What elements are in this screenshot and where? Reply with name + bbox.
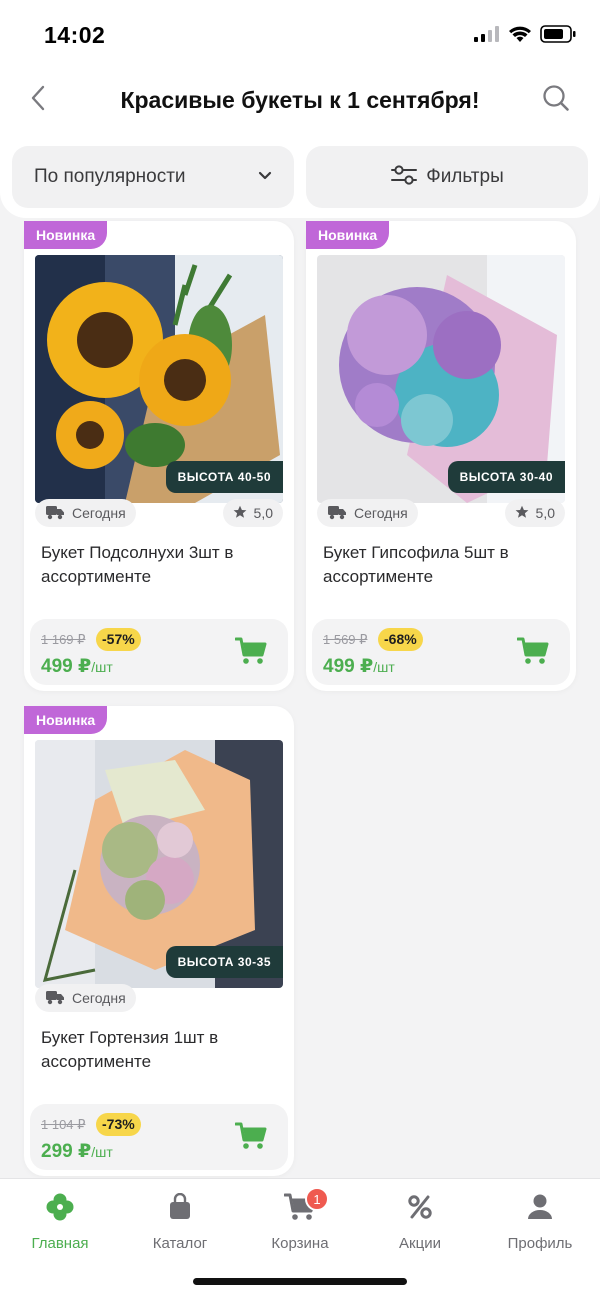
tab-cart[interactable]: 1 Корзина	[240, 1187, 360, 1255]
delivery-label: Сегодня	[72, 505, 126, 521]
tab-label: Корзина	[271, 1235, 329, 1252]
product-card[interactable]: Новинка ВЫСОТА 40-50 Сегодня 5,0 Букет П…	[24, 221, 294, 691]
cart-icon	[516, 637, 549, 670]
product-card[interactable]: Новинка ВЫСОТА 30-40 Сегодня 5,0 Букет Г…	[306, 221, 576, 691]
price-unit: /шт	[91, 1144, 113, 1160]
status-icons	[474, 24, 576, 48]
price: 299 ₽/шт	[41, 1140, 113, 1163]
filter-label: Фильтры	[426, 166, 504, 187]
product-image-sunflowers: ВЫСОТА 40-50	[35, 255, 283, 503]
truck-icon	[45, 504, 65, 523]
rating-chip: 5,0	[504, 499, 565, 527]
back-button[interactable]	[18, 80, 58, 120]
wifi-icon	[508, 25, 532, 48]
discount-badge: -73%	[96, 1113, 141, 1136]
clover-icon	[43, 1191, 77, 1223]
battery-icon	[540, 24, 576, 48]
product-name[interactable]: Букет Подсолнухи 3шт в ассортименте	[41, 541, 281, 589]
percent-icon	[403, 1191, 437, 1223]
signal-icon	[474, 25, 500, 47]
filter-sliders-icon	[390, 164, 418, 191]
height-tag: ВЫСОТА 40-50	[165, 461, 283, 493]
status-time: 14:02	[44, 22, 106, 48]
add-to-cart-button[interactable]	[234, 1122, 268, 1155]
tab-label: Профиль	[507, 1235, 573, 1252]
price-unit: /шт	[373, 659, 395, 675]
status-bar: 14:02	[0, 0, 600, 70]
filter-button[interactable]: Фильтры	[306, 146, 588, 208]
tab-profile[interactable]: Профиль	[480, 1191, 600, 1255]
price-unit: /шт	[91, 659, 113, 675]
search-icon	[542, 84, 570, 117]
controls-row: По популярности Фильтры	[12, 146, 588, 208]
add-to-cart-button[interactable]	[234, 637, 268, 670]
truck-icon	[327, 504, 347, 523]
home-indicator[interactable]	[193, 1278, 407, 1285]
price-box: 1 104 ₽ -73% 299 ₽/шт	[30, 1104, 288, 1170]
sort-dropdown[interactable]: По популярности	[12, 146, 294, 208]
tab-label: Каталог	[152, 1235, 208, 1252]
cart-icon	[234, 1122, 267, 1155]
new-badge: Новинка	[24, 706, 108, 734]
new-badge: Новинка	[24, 221, 108, 249]
cart-icon: 1	[283, 1187, 329, 1223]
old-price: 1 569 ₽	[323, 632, 368, 647]
page-title: Красивые букеты к 1 сентября!	[120, 87, 480, 113]
price: 499 ₽/шт	[41, 655, 113, 678]
price-value: 499 ₽	[323, 656, 374, 677]
product-card[interactable]: Новинка ВЫСОТА 30-35 Сегодня Букет Горте…	[24, 706, 294, 1176]
profile-icon	[523, 1191, 557, 1223]
discount-badge: -57%	[96, 628, 141, 651]
delivery-label: Сегодня	[72, 990, 126, 1006]
price-box: 1 169 ₽ -57% 499 ₽/шт	[30, 619, 288, 685]
discount-badge: -68%	[378, 628, 423, 651]
delivery-chip: Сегодня	[35, 499, 136, 527]
nav-bar: Красивые букеты к 1 сентября!	[0, 76, 600, 126]
sort-label: По популярности	[34, 166, 186, 187]
delivery-chip: Сегодня	[35, 984, 136, 1012]
product-name[interactable]: Букет Гортензия 1шт в ассортименте	[41, 1026, 281, 1074]
rating-chip: 5,0	[222, 499, 283, 527]
star-icon	[515, 505, 529, 522]
truck-icon	[45, 989, 65, 1008]
price-value: 499 ₽	[41, 656, 92, 677]
height-tag: ВЫСОТА 30-35	[165, 946, 283, 978]
header: 14:02 Красивые букеты к 1 сентября! По п…	[0, 0, 600, 218]
new-badge: Новинка	[306, 221, 390, 249]
product-image-gypsophila: ВЫСОТА 30-40	[317, 255, 565, 503]
rating-value: 5,0	[535, 505, 555, 521]
rating-value: 5,0	[253, 505, 273, 521]
tab-promotions[interactable]: Акции	[360, 1191, 480, 1255]
height-tag: ВЫСОТА 30-40	[447, 461, 565, 493]
tab-catalog[interactable]: Каталог	[120, 1191, 240, 1255]
cart-icon	[234, 637, 267, 670]
tab-label: Акции	[399, 1235, 441, 1252]
tab-label: Главная	[31, 1235, 89, 1252]
cart-count-badge: 1	[305, 1187, 329, 1211]
price-box: 1 569 ₽ -68% 499 ₽/шт	[312, 619, 570, 685]
delivery-label: Сегодня	[354, 505, 408, 521]
price: 499 ₽/шт	[323, 655, 395, 678]
add-to-cart-button[interactable]	[516, 637, 550, 670]
old-price: 1 169 ₽	[41, 632, 86, 647]
product-name[interactable]: Букет Гипсофила 5шт в ассортименте	[323, 541, 563, 589]
delivery-chip: Сегодня	[317, 499, 418, 527]
bag-icon	[163, 1191, 197, 1223]
price-value: 299 ₽	[41, 1141, 92, 1162]
tab-home[interactable]: Главная	[0, 1191, 120, 1255]
chevron-down-icon	[258, 168, 272, 186]
chevron-left-icon	[30, 85, 46, 116]
star-icon	[233, 505, 247, 522]
search-button[interactable]	[536, 80, 576, 120]
product-image-hydrangea: ВЫСОТА 30-35	[35, 740, 283, 988]
old-price: 1 104 ₽	[41, 1117, 86, 1132]
